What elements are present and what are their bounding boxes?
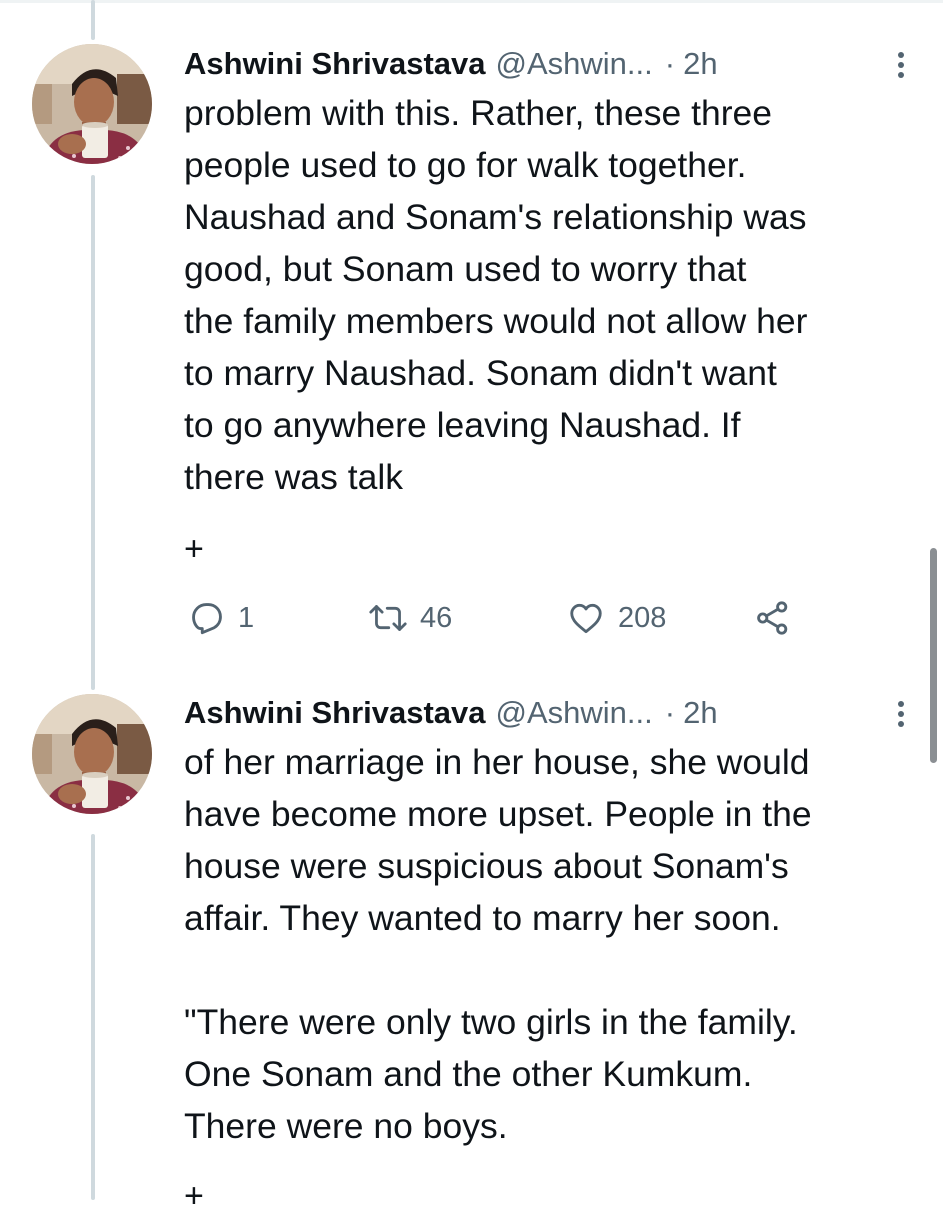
thread-connector-line [91, 175, 95, 690]
reply-button[interactable]: 1 [188, 596, 254, 640]
tweet-header: Ashwini Shrivastava @Ashwin... · 2h [184, 693, 923, 733]
more-vertical-icon[interactable] [891, 50, 911, 80]
thread-continuation-mark: + [184, 530, 204, 568]
share-button[interactable] [754, 596, 792, 640]
tweet-actions: 1 46 208 [184, 596, 804, 640]
avatar[interactable] [32, 694, 152, 814]
avatar-photo [32, 44, 152, 164]
retweet-icon [369, 605, 407, 631]
thread-continuation-mark: + [184, 1177, 204, 1215]
separator-dot: · [664, 695, 676, 730]
like-button[interactable]: 208 [566, 596, 666, 640]
author-name[interactable]: Ashwini Shrivastava [184, 46, 486, 82]
author-handle[interactable]: @Ashwin... [496, 695, 653, 731]
tweet-header: Ashwini Shrivastava @Ashwin... · 2h [184, 44, 923, 84]
tweet-text: problem with this. Rather, these three p… [184, 93, 808, 497]
thread-connector-line [91, 834, 95, 1200]
scrollbar[interactable] [930, 548, 937, 763]
share-icon [757, 601, 788, 635]
reply-count: 1 [238, 601, 255, 634]
heart-icon [570, 603, 602, 634]
author-name[interactable]: Ashwini Shrivastava [184, 695, 486, 731]
tweet[interactable]: Ashwini Shrivastava @Ashwin... · 2h prob… [184, 44, 923, 503]
more-vertical-icon[interactable] [891, 699, 911, 729]
author-handle[interactable]: @Ashwin... [496, 46, 653, 82]
retweet-button[interactable]: 46 [368, 596, 452, 640]
timestamp[interactable]: 2h [683, 695, 717, 731]
avatar[interactable] [32, 44, 152, 164]
retweet-count: 46 [420, 601, 453, 634]
tweet[interactable]: Ashwini Shrivastava @Ashwin... · 2h of h… [184, 693, 923, 1152]
reply-icon [192, 603, 222, 635]
top-divider [0, 0, 943, 3]
timestamp[interactable]: 2h [683, 46, 717, 82]
thread-connector-line [91, 0, 95, 40]
like-count: 208 [618, 601, 667, 634]
tweet-text: of her marriage in her house, she would … [184, 742, 812, 1146]
separator-dot: · [664, 46, 676, 81]
avatar-photo [32, 694, 152, 814]
